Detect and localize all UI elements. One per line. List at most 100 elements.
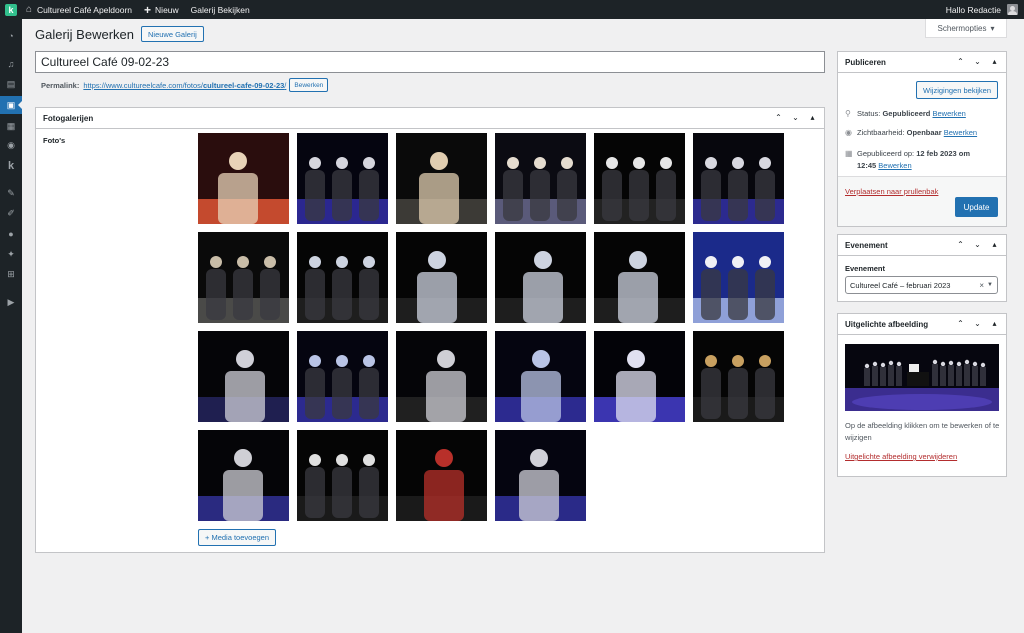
gallery-photo[interactable] [495,133,586,224]
pin-icon: ⚲ [845,109,851,118]
triangle-up-icon[interactable]: ▴ [989,57,1000,66]
media-icon[interactable]: ♫ [0,55,22,73]
event-title: Evenement [845,240,888,250]
greeting: Hallo Redactie [945,4,1001,15]
caret-down-icon: ▼ [987,282,993,288]
screen-options-button[interactable]: Schermopties ▾ [925,19,1007,38]
new-label: Nieuw [155,4,179,15]
chevron-down-icon[interactable]: ⌄ [972,57,983,66]
gallery-photo[interactable] [297,133,388,224]
gallery-photo[interactable] [198,133,289,224]
calendar-icon[interactable]: ▦ [0,117,22,135]
published-row: ▦ Gepubliceerd op: 12 feb 2023 om 12:45 B… [845,148,970,172]
gallery-icon[interactable]: ▣ [0,96,22,114]
event-field-label: Evenement [845,264,886,273]
appearance-icon[interactable]: ✎ [0,184,22,202]
permalink: Permalink: https://www.cultureelcafe.com… [41,78,329,92]
view-gallery-link[interactable]: Galerij Bekijken [191,0,250,19]
visibility-edit-link[interactable]: Bewerken [944,128,977,137]
chevron-up-icon[interactable]: ⌃ [773,113,784,122]
published-date: 12 feb 2023 om [916,149,970,158]
gallery-photo[interactable] [693,133,784,224]
settings-icon[interactable]: ⊞ [0,265,22,283]
plus-icon: + [144,2,152,17]
permalink-slug: cultureel-cafe-09-02-23 [203,80,285,90]
gallery-photo[interactable] [297,232,388,323]
visibility-row: ◉ Zichtbaarheid: Openbaar Bewerken [845,128,977,137]
view-gallery-label: Galerij Bekijken [190,4,250,15]
gallery-postbox: Fotogalerijen ⌃ ⌄ ▴ Foto's + Media toevo… [35,107,825,553]
visibility-label: Zichtbaarheid: [857,128,905,137]
gallery-photo[interactable] [396,331,487,422]
featured-header: Uitgelichte afbeelding ⌃ ⌄ ▴ [838,314,1006,335]
gallery-photo[interactable] [396,232,487,323]
dashboard-icon[interactable]: ◔ [0,27,22,45]
status-edit-link[interactable]: Bewerken [932,109,965,118]
avatar [1007,4,1018,15]
account-menu[interactable]: Hallo Redactie [946,0,1018,19]
gallery-photo[interactable] [594,133,685,224]
update-button[interactable]: Update [955,197,998,217]
gallery-photo[interactable] [198,232,289,323]
permalink-end: / [284,80,287,90]
triangle-up-icon[interactable]: ▴ [989,319,1000,328]
plugins-icon[interactable]: ✐ [0,204,22,222]
triangle-up-icon[interactable]: ▴ [807,113,818,122]
chevron-down-icon[interactable]: ⌄ [972,319,983,328]
published-edit-link[interactable]: Bewerken [878,161,911,170]
permalink-edit-button[interactable]: Bewerken [289,78,329,92]
gallery-photo[interactable] [594,232,685,323]
event-select[interactable]: Cultureel Café – februari 2023 × ▼ [845,276,998,294]
published-time: 12:45 [857,161,877,170]
triangle-up-icon[interactable]: ▴ [989,240,1000,249]
gallery-photo[interactable] [396,133,487,224]
clear-icon[interactable]: × [979,281,984,290]
event-header: Evenement ⌃ ⌄ ▴ [838,235,1006,256]
chevron-down-icon[interactable]: ⌄ [790,113,801,122]
forms-icon[interactable]: ◉ [0,136,22,154]
gallery-photo[interactable] [297,430,388,521]
featured-title: Uitgelichte afbeelding [845,319,929,329]
site-name-link[interactable]: ⌂ Cultureel Café Apeldoorn [26,0,132,19]
title-input[interactable] [35,51,825,73]
gallery-photo[interactable] [693,232,784,323]
gallery-photo[interactable] [396,430,487,521]
gallery-photo[interactable] [198,430,289,521]
chevron-up-icon[interactable]: ⌃ [955,240,966,249]
new-content-menu[interactable]: + Nieuw [144,0,179,19]
gallery-photo[interactable] [594,331,685,422]
gallery-photo[interactable] [495,430,586,521]
tools-icon[interactable]: ✦ [0,245,22,263]
eye-icon: ◉ [845,128,852,137]
visibility-value: Openbaar [906,128,942,137]
event-postbox: Evenement ⌃ ⌄ ▴ Evenement Cultureel Café… [837,234,1007,302]
permalink-url[interactable]: https://www.cultureelcafe.com/fotos/cult… [83,81,286,90]
review-changes-button[interactable]: Wijzigingen bekijken [916,81,998,99]
chevron-up-icon[interactable]: ⌃ [955,319,966,328]
gallery-photo[interactable] [495,232,586,323]
collapse-icon[interactable]: ▶ [0,293,22,311]
site-name: Cultureel Café Apeldoorn [37,4,133,15]
gallery-photo[interactable] [297,331,388,422]
remove-featured-link[interactable]: Uitgelichte afbeelding verwijderen [845,452,957,461]
featured-image[interactable] [845,344,999,411]
add-media-button[interactable]: + Media toevoegen [198,529,277,546]
new-gallery-button[interactable]: Nieuwe Galerij [141,26,204,42]
trash-link[interactable]: Verplaatsen naar prullenbak [845,187,938,196]
gallery-header: Fotogalerijen ⌃ ⌄ ▴ [36,108,824,129]
pages-icon[interactable]: ▤ [0,75,22,93]
admin-bar: k ⌂ Cultureel Café Apeldoorn + Nieuw Gal… [0,0,1024,19]
published-label: Gepubliceerd op: [857,149,915,158]
status-value: Gepubliceerd [882,109,931,118]
users-icon[interactable]: ● [0,225,22,243]
k-icon[interactable]: k [0,157,22,175]
gallery-photo[interactable] [693,331,784,422]
logo-icon[interactable]: k [0,0,22,19]
gallery-photo[interactable] [198,331,289,422]
page-title: Galerij Bewerken [35,27,134,42]
gallery-photo[interactable] [495,331,586,422]
chevron-up-icon[interactable]: ⌃ [955,57,966,66]
publish-header: Publiceren ⌃ ⌄ ▴ [838,52,1006,73]
publish-actions: Verplaatsen naar prullenbak Update [838,176,1006,226]
chevron-down-icon[interactable]: ⌄ [972,240,983,249]
